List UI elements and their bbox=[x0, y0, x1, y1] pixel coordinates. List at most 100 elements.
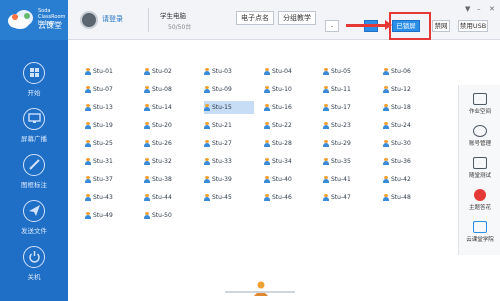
student-name: Stu-40 bbox=[272, 176, 292, 183]
sidebar-item-start[interactable]: 开始 bbox=[0, 62, 68, 108]
student-computer-item[interactable]: Stu-26 bbox=[144, 137, 194, 150]
student-user-icon bbox=[264, 122, 270, 129]
student-computer-item[interactable]: Stu-24 bbox=[383, 119, 433, 132]
student-name: Stu-03 bbox=[212, 68, 232, 75]
minimize-icon[interactable]: – bbox=[477, 5, 481, 13]
student-grid: Stu-01 Stu-02 Stu-03 Stu-04 Stu-05 Stu-06 Stu-… bbox=[68, 40, 458, 301]
student-computer-item[interactable]: Stu-11 bbox=[323, 83, 373, 96]
tool-label: 账号管理 bbox=[468, 141, 491, 147]
student-computer-item[interactable]: Stu-45 bbox=[204, 191, 254, 204]
student-name: Stu-39 bbox=[212, 176, 232, 183]
group-teaching-button[interactable]: 分组教学 bbox=[278, 11, 316, 25]
small-button-a[interactable]: - bbox=[325, 20, 339, 32]
sidebar-item-send-file[interactable]: 发送文件 bbox=[0, 200, 68, 246]
student-user-icon bbox=[383, 158, 389, 165]
student-computer-item[interactable]: Stu-16 bbox=[264, 101, 314, 114]
student-computer-item[interactable]: Stu-09 bbox=[204, 83, 254, 96]
student-computer-item[interactable]: Stu-15 bbox=[204, 101, 254, 114]
student-computer-item[interactable]: Stu-28 bbox=[264, 137, 314, 150]
student-computer-item[interactable]: Stu-22 bbox=[264, 119, 314, 132]
student-computer-item[interactable]: Stu-18 bbox=[383, 101, 433, 114]
student-name: Stu-42 bbox=[391, 176, 411, 183]
student-user-icon bbox=[85, 140, 91, 147]
monitor-icon bbox=[23, 108, 45, 130]
student-computer-item[interactable]: Stu-46 bbox=[264, 191, 314, 204]
student-name: Stu-30 bbox=[391, 140, 411, 147]
student-computer-item[interactable]: Stu-08 bbox=[144, 83, 194, 96]
tool-cloud-school[interactable]: 云课堂学院 bbox=[461, 221, 499, 251]
student-user-icon bbox=[323, 86, 329, 93]
student-user-icon bbox=[144, 104, 150, 111]
tool-account-management[interactable]: 账号管理 bbox=[461, 125, 499, 155]
student-computer-item[interactable]: Stu-30 bbox=[383, 137, 433, 150]
student-computer-item[interactable]: Stu-13 bbox=[85, 101, 135, 114]
student-computer-item[interactable]: Stu-36 bbox=[383, 155, 433, 168]
student-computer-item[interactable]: Stu-34 bbox=[264, 155, 314, 168]
student-computer-item[interactable]: Stu-40 bbox=[264, 173, 314, 186]
logo-area: Soda ClassRoom Helper 云课堂 bbox=[0, 0, 68, 40]
student-user-icon bbox=[144, 176, 150, 183]
student-computer-item[interactable]: Stu-35 bbox=[323, 155, 373, 168]
avatar[interactable] bbox=[80, 11, 98, 29]
student-computer-item[interactable]: Stu-10 bbox=[264, 83, 314, 96]
student-computer-item[interactable]: Stu-32 bbox=[144, 155, 194, 168]
sidebar-item-annotate[interactable]: 图框标注 bbox=[0, 154, 68, 200]
student-name: Stu-45 bbox=[212, 194, 232, 201]
student-computer-item[interactable]: Stu-21 bbox=[204, 119, 254, 132]
student-computer-item[interactable]: Stu-27 bbox=[204, 137, 254, 150]
student-computer-item[interactable]: Stu-43 bbox=[85, 191, 135, 204]
student-computer-item[interactable]: Stu-02 bbox=[144, 65, 194, 78]
student-computer-item[interactable]: Stu-31 bbox=[85, 155, 135, 168]
disable-net-button[interactable]: 禁网 bbox=[432, 20, 450, 32]
student-user-icon bbox=[144, 140, 150, 147]
left-sidebar: Soda ClassRoom Helper 云课堂 开始 屏幕广播 图框标注 发… bbox=[0, 0, 68, 301]
dropdown-icon[interactable]: ▼ bbox=[465, 5, 470, 13]
power-icon bbox=[23, 246, 45, 268]
tool-homework-space[interactable]: 作业空间 bbox=[461, 93, 499, 123]
student-computer-item[interactable]: Stu-50 bbox=[144, 209, 194, 222]
student-name: Stu-50 bbox=[152, 212, 172, 219]
student-computer-item[interactable]: Stu-48 bbox=[383, 191, 433, 204]
student-user-icon bbox=[85, 194, 91, 201]
student-computer-item[interactable]: Stu-41 bbox=[323, 173, 373, 186]
student-computer-item[interactable]: Stu-17 bbox=[323, 101, 373, 114]
student-computer-item[interactable]: Stu-47 bbox=[323, 191, 373, 204]
student-user-icon bbox=[264, 86, 270, 93]
student-computer-item[interactable]: Stu-01 bbox=[85, 65, 135, 78]
disable-usb-button[interactable]: 禁用USB bbox=[458, 20, 488, 32]
student-user-icon bbox=[204, 86, 210, 93]
student-computer-item[interactable]: Stu-39 bbox=[204, 173, 254, 186]
student-computer-item[interactable]: Stu-05 bbox=[323, 65, 373, 78]
student-computer-item[interactable]: Stu-44 bbox=[144, 191, 194, 204]
student-computer-item[interactable]: Stu-14 bbox=[144, 101, 194, 114]
sidebar-item-shutdown[interactable]: 关机 bbox=[0, 246, 68, 292]
student-computer-item[interactable]: Stu-29 bbox=[323, 137, 373, 150]
student-computer-item[interactable]: Stu-33 bbox=[204, 155, 254, 168]
student-user-icon bbox=[204, 104, 210, 111]
student-computer-item[interactable]: Stu-12 bbox=[383, 83, 433, 96]
student-computer-item[interactable]: Stu-23 bbox=[323, 119, 373, 132]
student-computer-item[interactable]: Stu-19 bbox=[85, 119, 135, 132]
student-computer-item[interactable]: Stu-03 bbox=[204, 65, 254, 78]
roll-call-button[interactable]: 电子点名 bbox=[236, 11, 274, 25]
top-bar: 请登录 学生电脑 50/50台 电子点名 分组教学 ▼ – ✕ - ← 已锁屏 … bbox=[68, 0, 500, 40]
student-computer-item[interactable]: Stu-42 bbox=[383, 173, 433, 186]
student-user-icon bbox=[204, 194, 210, 201]
student-computer-item[interactable]: Stu-06 bbox=[383, 65, 433, 78]
student-computer-item[interactable]: Stu-37 bbox=[85, 173, 135, 186]
login-link[interactable]: 请登录 bbox=[102, 14, 123, 24]
student-name: Stu-41 bbox=[331, 176, 351, 183]
tool-quiz[interactable]: 随堂测试 bbox=[461, 157, 499, 187]
student-computer-item[interactable]: Stu-25 bbox=[85, 137, 135, 150]
student-computer-item[interactable]: Stu-20 bbox=[144, 119, 194, 132]
student-computer-item[interactable]: Stu-04 bbox=[264, 65, 314, 78]
student-computer-item[interactable]: Stu-38 bbox=[144, 173, 194, 186]
student-computer-item[interactable]: Stu-07 bbox=[85, 83, 135, 96]
student-user-icon bbox=[383, 194, 389, 201]
tool-flower[interactable]: 主题答花 bbox=[461, 189, 499, 219]
student-computer-item[interactable]: Stu-49 bbox=[85, 209, 135, 222]
student-name: Stu-28 bbox=[272, 140, 292, 147]
student-name: Stu-22 bbox=[272, 122, 292, 129]
sidebar-item-broadcast[interactable]: 屏幕广播 bbox=[0, 108, 68, 154]
close-icon[interactable]: ✕ bbox=[489, 5, 495, 13]
